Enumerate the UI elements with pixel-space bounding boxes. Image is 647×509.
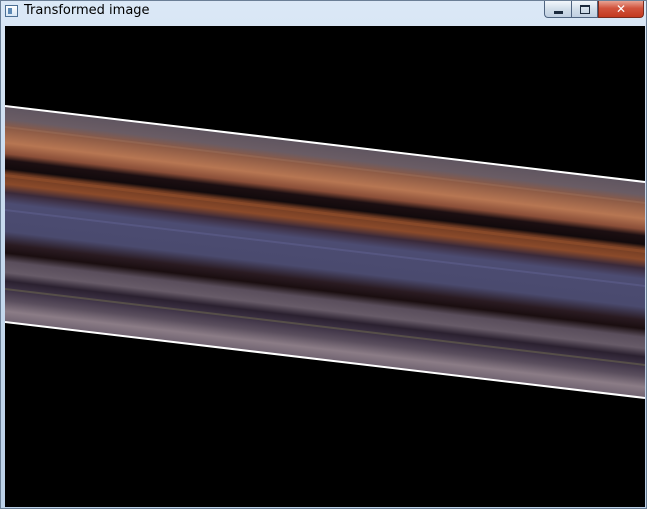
transformed-image: [5, 26, 645, 507]
window-controls: ✕: [544, 1, 644, 19]
maximize-icon: [579, 4, 590, 14]
app-window: Transformed image ✕: [0, 0, 647, 509]
minimize-icon: [553, 10, 563, 14]
close-button[interactable]: ✕: [598, 1, 644, 18]
app-icon[interactable]: [5, 5, 18, 17]
close-icon: ✕: [615, 2, 627, 16]
window-title: Transformed image: [24, 3, 150, 18]
title-bar[interactable]: Transformed image ✕: [1, 1, 646, 23]
image-canvas: [5, 26, 645, 507]
maximize-button[interactable]: [571, 1, 598, 18]
minimize-button[interactable]: [544, 1, 571, 18]
